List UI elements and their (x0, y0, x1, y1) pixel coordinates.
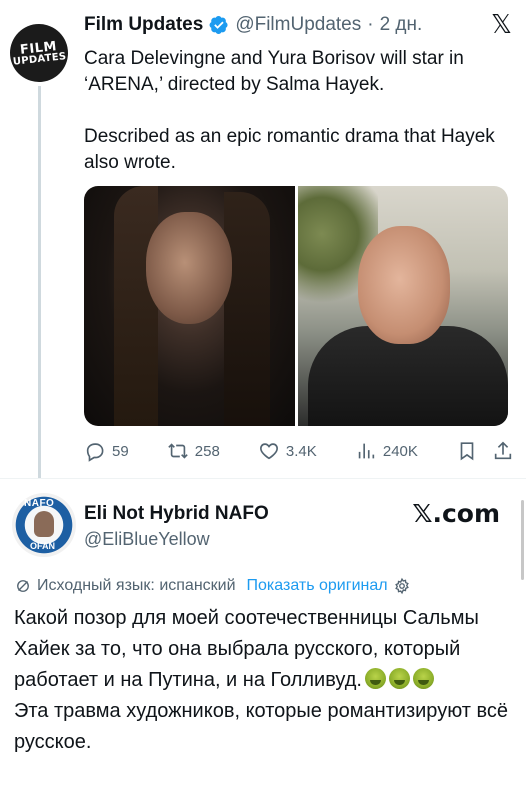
tweet-text: Какой позор для моей соотечественницы Са… (14, 603, 520, 758)
photo-yura-borisov[interactable] (297, 186, 508, 426)
author-name[interactable]: Film Updates (84, 14, 203, 36)
tweet-paragraph-1: Какой позор для моей соотечественницы Са… (14, 603, 520, 696)
scrollbar[interactable] (521, 500, 524, 580)
nauseated-face-icon (412, 668, 434, 689)
separator-dot: · (367, 14, 374, 35)
translate-icon (17, 580, 29, 592)
views-button[interactable]: 240K (355, 440, 418, 462)
translation-row: Исходный язык: испанский Показать оригин… (14, 575, 411, 597)
verified-badge-icon (209, 16, 228, 34)
tweet-actions: 59 258 3.4K 240K (84, 438, 514, 464)
avatar-ring-text-bottom: OFAN (30, 541, 56, 551)
reply-button[interactable]: 59 (84, 440, 129, 462)
gear-icon[interactable] (393, 577, 411, 595)
nauseated-face-icon (364, 668, 386, 689)
heart-icon (259, 443, 278, 460)
quote-tweet-eli[interactable]: NAFO OFAN Eli Not Hybrid NAFO @EliBlueYe… (0, 479, 526, 800)
avatar-ring-text-top: NAFO (24, 498, 55, 509)
tweet-text: Cara Delevingne and Yura Borisov will st… (84, 46, 514, 176)
like-count: 3.4K (285, 442, 317, 460)
tweet-film-updates[interactable]: FILM UPDATES Film Updates @FilmUpdates ·… (0, 0, 526, 478)
bookmark-icon[interactable] (456, 440, 478, 462)
author-name[interactable]: Eli Not Hybrid NAFO (84, 503, 269, 525)
x-logo-icon: 𝕏 (491, 10, 512, 40)
like-button[interactable]: 3.4K (258, 440, 317, 462)
views-count: 240K (382, 442, 418, 460)
repost-count: 258 (194, 442, 220, 460)
views-icon (358, 443, 375, 459)
repost-button[interactable]: 258 (167, 440, 220, 462)
author-handle[interactable]: @FilmUpdates (235, 14, 361, 36)
translation-label: Исходный язык: испанский (37, 577, 236, 594)
thread-line (38, 86, 41, 478)
nauseated-face-icon (388, 668, 410, 689)
tweet-header: Film Updates @FilmUpdates · 2 дн. (84, 12, 422, 38)
show-original-link[interactable]: Показать оригинал (247, 577, 388, 595)
repost-icon (168, 443, 188, 459)
tweet-media[interactable] (84, 186, 508, 426)
reply-count: 59 (112, 442, 129, 460)
photo-cara-delevingne[interactable] (84, 186, 295, 426)
tweet-paragraph-1: Cara Delevingne and Yura Borisov will st… (84, 48, 464, 95)
timestamp[interactable]: 2 дн. (380, 14, 423, 36)
avatar-eli[interactable]: NAFO OFAN (12, 493, 76, 557)
author-handle[interactable]: @EliBlueYellow (84, 529, 210, 550)
share-icon[interactable] (492, 440, 514, 462)
tweet-paragraph-2: Эта травма художников, которые романтизи… (14, 700, 508, 753)
x-com-logo: 𝕏.com (412, 499, 500, 528)
tweet-paragraph-2: Described as an epic romantic drama that… (84, 126, 495, 173)
reply-icon (86, 443, 104, 462)
avatar-film-updates[interactable]: FILM UPDATES (7, 21, 71, 85)
